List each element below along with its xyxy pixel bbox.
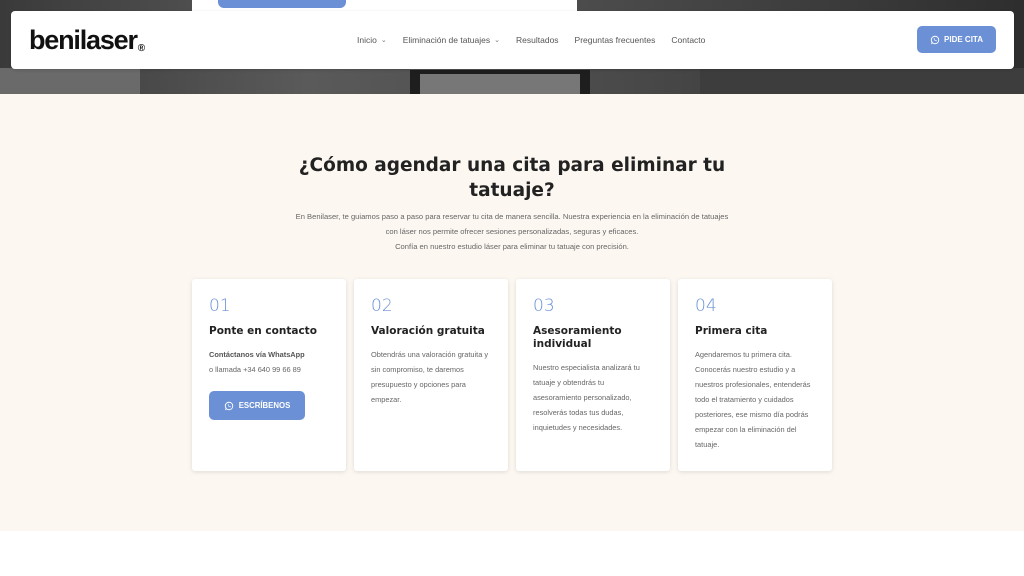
section-title: ¿Cómo agendar una cita para eliminar tu … (298, 155, 726, 201)
intro-line: con láser nos permite ofrecer sesiones p… (385, 227, 639, 236)
step-card: 03 Asesoramiento individual Nuestro espe… (516, 279, 670, 471)
hero-partial-button[interactable] (218, 0, 346, 8)
hero-image-shape (0, 68, 140, 94)
nav-item-label: Preguntas frecuentes (574, 35, 656, 45)
intro-line: Confía en nuestro estudio láser para eli… (395, 242, 629, 251)
pide-cita-button[interactable]: PIDE CITA (917, 26, 996, 53)
nav-item-resultados[interactable]: Resultados (516, 35, 559, 45)
nav-item-inicio[interactable]: Inicio ⌄ (357, 35, 387, 45)
step-title: Asesoramiento individual (533, 325, 622, 350)
hero-image-shape (420, 74, 580, 94)
step-number: 04 (695, 296, 717, 316)
main-nav: Inicio ⌄ Eliminación de tatuajes ⌄ Resul… (357, 11, 705, 69)
logo-text: benilaser (29, 24, 138, 55)
nav-item-label: Contacto (671, 35, 706, 45)
step-text-phone: o llamada +34 640 99 66 89 (209, 365, 301, 374)
step-title: Primera cita (695, 325, 768, 337)
nav-item-eliminacion[interactable]: Eliminación de tatuajes ⌄ (403, 35, 500, 45)
logo[interactable]: benilaser ® (29, 25, 145, 56)
step-text: Nuestro especialista analizará tu tatuaj… (533, 363, 640, 432)
next-section (0, 531, 1024, 576)
step-card: 01 Ponte en contacto Contáctanos vía Wha… (192, 279, 346, 471)
step-text: Obtendrás una valoración gratuita y sin … (371, 350, 489, 404)
hero-image-shape (700, 68, 1024, 94)
step-number: 01 (209, 296, 231, 316)
step-text-bold: Contáctanos vía WhatsApp (209, 350, 305, 359)
chevron-down-icon: ⌄ (380, 37, 387, 44)
appointment-section: ¿Cómo agendar una cita para eliminar tu … (0, 94, 1024, 531)
nav-item-label: Eliminación de tatuajes (402, 35, 491, 45)
step-number: 03 (533, 296, 555, 316)
step-text: Agendaremos tu primera cita. Conocerás n… (695, 350, 811, 449)
escribenos-button[interactable]: ESCRÍBENOS (209, 391, 305, 420)
nav-item-label: Resultados (516, 35, 559, 45)
intro-line: En Benilaser, te guiamos paso a paso par… (295, 212, 729, 221)
step-number: 02 (371, 296, 393, 316)
whatsapp-icon (930, 35, 940, 45)
step-title: Ponte en contacto (209, 325, 317, 337)
site-header: benilaser ® Inicio ⌄ Eliminación de tatua… (11, 11, 1014, 69)
pide-cita-label: PIDE CITA (944, 35, 983, 44)
chevron-down-icon: ⌄ (494, 37, 501, 44)
step-card: 02 Valoración gratuita Obtendrás una val… (354, 279, 508, 471)
steps-list: 01 Ponte en contacto Contáctanos vía Wha… (192, 279, 832, 471)
step-title: Valoración gratuita (371, 325, 485, 337)
section-intro: En Benilaser, te guiamos paso a paso par… (262, 209, 762, 254)
whatsapp-icon (224, 401, 234, 411)
nav-item-label: Inicio (357, 35, 377, 45)
registered-mark: ® (137, 42, 146, 54)
step-card: 04 Primera cita Agendaremos tu primera c… (678, 279, 832, 471)
nav-item-preguntas[interactable]: Preguntas frecuentes (575, 35, 656, 45)
escribenos-label: ESCRÍBENOS (238, 401, 291, 410)
nav-item-contacto[interactable]: Contacto (671, 35, 705, 45)
step-text: Contáctanos vía WhatsApp o llamada +34 6… (209, 347, 329, 377)
